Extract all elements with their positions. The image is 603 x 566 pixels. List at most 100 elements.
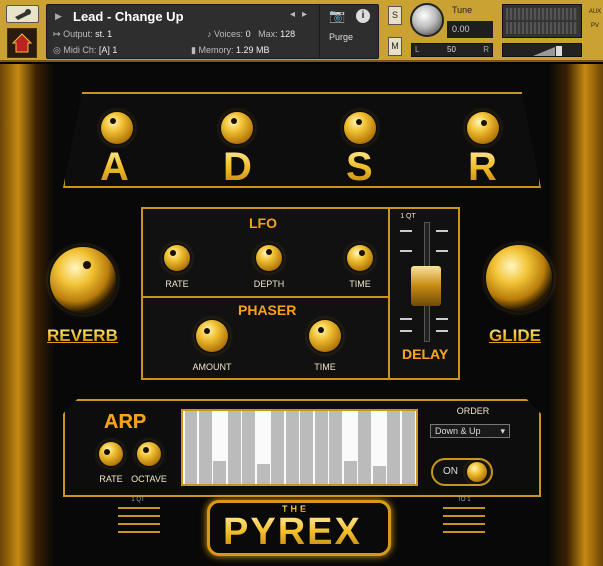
arp-step-bar[interactable] [285,411,299,484]
tune-knob[interactable] [410,3,444,37]
lfo-time-knob[interactable] [347,245,373,271]
midi-row: ◎ Midi Ch: [A] 1 [53,45,117,56]
tick [400,318,412,320]
purge-dropdown[interactable]: Purge [329,32,353,42]
tick [436,250,448,252]
max-label: Max: [258,29,278,39]
info-icon[interactable]: i [356,9,370,23]
arp-step-bar[interactable] [256,463,270,484]
output-label: Output: [63,29,93,39]
volume-slider[interactable] [502,43,582,57]
tick [436,330,448,332]
arp-step-bar[interactable] [372,465,386,484]
decay-knob[interactable] [221,112,253,144]
pan-center-label: 50 [447,45,456,54]
arp-octave-knob[interactable] [137,442,161,466]
left-rate-ladder [118,507,160,539]
arp-step-bar[interactable] [401,411,415,484]
kontakt-instrument-header: ▶ Lead - Change Up ◂▸ 📷 i ↦ Output: st. … [0,0,603,62]
preset-nav-arrows-icon[interactable]: ◂▸ [290,9,314,20]
adsr-letter-r: R [468,145,497,189]
delay-title: DELAY [402,346,449,362]
tune-label: Tune [452,5,473,15]
glide-label: GLIDE [489,326,541,345]
arp-rate-knob[interactable] [99,442,123,466]
arp-rate-label: RATE [99,474,123,484]
lfo-depth-label: DEPTH [253,279,285,289]
divider [388,209,390,378]
arp-step-bar[interactable] [213,460,227,484]
reverb-label: REVERB [47,326,118,345]
wrench-icon[interactable] [6,5,39,23]
arp-step-bar[interactable] [271,411,285,484]
release-knob[interactable] [467,112,499,144]
phaser-amount-knob[interactable] [196,320,228,352]
lfo-depth-knob[interactable] [256,245,282,271]
order-value: Down & Up [435,426,481,436]
arp-step-bar[interactable] [387,411,401,484]
memory-label: Memory: [198,45,234,55]
phaser-time-knob[interactable] [309,320,341,352]
pan-left-label: L [415,45,420,54]
midi-icon: ◎ [53,45,61,55]
lfo-title: LFO [249,215,277,231]
lfo-rate-label: RATE [165,279,189,289]
right-rate-ladder [443,507,485,539]
arp-step-bar[interactable] [300,411,314,484]
attack-knob[interactable] [101,112,133,144]
arp-step-bar[interactable] [358,411,372,484]
arp-on-toggle[interactable]: ON [431,458,493,486]
solo-button[interactable]: S [388,6,402,25]
camera-icon[interactable]: 📷 [329,8,345,24]
order-label: ORDER [456,406,490,416]
tune-value-display[interactable]: 0.00 [447,21,493,38]
arp-step-bar[interactable] [329,411,343,484]
arp-step-bar[interactable] [198,411,212,484]
mute-button[interactable]: M [388,37,402,56]
studio-logo-icon [7,28,37,58]
lfo-rate-knob[interactable] [164,245,190,271]
max-voices-value[interactable]: 128 [280,29,295,39]
output-value[interactable]: st. 1 [95,29,112,39]
delay-slider-handle[interactable] [411,266,441,306]
arp-title: ARP [104,411,147,433]
tick [436,230,448,232]
instrument-name[interactable]: Lead - Change Up [73,9,184,24]
phaser-amount-label: AMOUNT [192,362,232,372]
pan-slider[interactable]: L 50 R [411,43,493,57]
pv-label[interactable]: PV [587,19,603,33]
adsr-letter-d: D [223,145,252,189]
voices-row: ♪ Voices: 0 Max: 128 [207,29,295,39]
collapse-arrow-icon[interactable]: ▶ [55,11,62,22]
arp-steps[interactable] [183,411,416,484]
pyrex-logo: THE PYREX [207,500,391,556]
arp-step-bar[interactable] [227,411,241,484]
arp-on-label: ON [443,466,458,477]
aux-label[interactable]: AUX [587,5,603,19]
sustain-knob[interactable] [344,112,376,144]
arp-on-knob-icon [467,462,487,482]
voices-label: Voices: [214,29,244,39]
arp-octave-label: OCTAVE [131,474,167,484]
arp-step-bar[interactable] [343,460,357,484]
memory-row: ▮ Memory: 1.29 MB [191,45,270,56]
logo-pyrex: PYREX [223,511,362,553]
midi-channel-value[interactable]: [A] 1 [99,45,118,55]
order-dropdown[interactable]: Down & Up ▾ [430,424,510,438]
arp-step-bar[interactable] [314,411,328,484]
left-rate-label: 1 QT [131,497,145,503]
aux-pv-buttons[interactable]: AUX PV [587,5,603,33]
reverb-knob[interactable] [50,247,116,313]
arp-step-bar[interactable] [242,411,256,484]
arp-step-bar[interactable] [184,411,198,484]
divider [143,296,388,298]
phaser-time-label: TIME [314,362,336,372]
arp-step-sequencer[interactable] [181,409,418,486]
voices-value: 0 [245,29,251,39]
glide-knob[interactable] [486,245,552,311]
memory-icon: ▮ [191,45,196,55]
output-row: ↦ Output: st. 1 [53,29,112,40]
level-meter [502,4,582,38]
tick [400,330,412,332]
midi-label: Midi Ch: [63,45,97,55]
